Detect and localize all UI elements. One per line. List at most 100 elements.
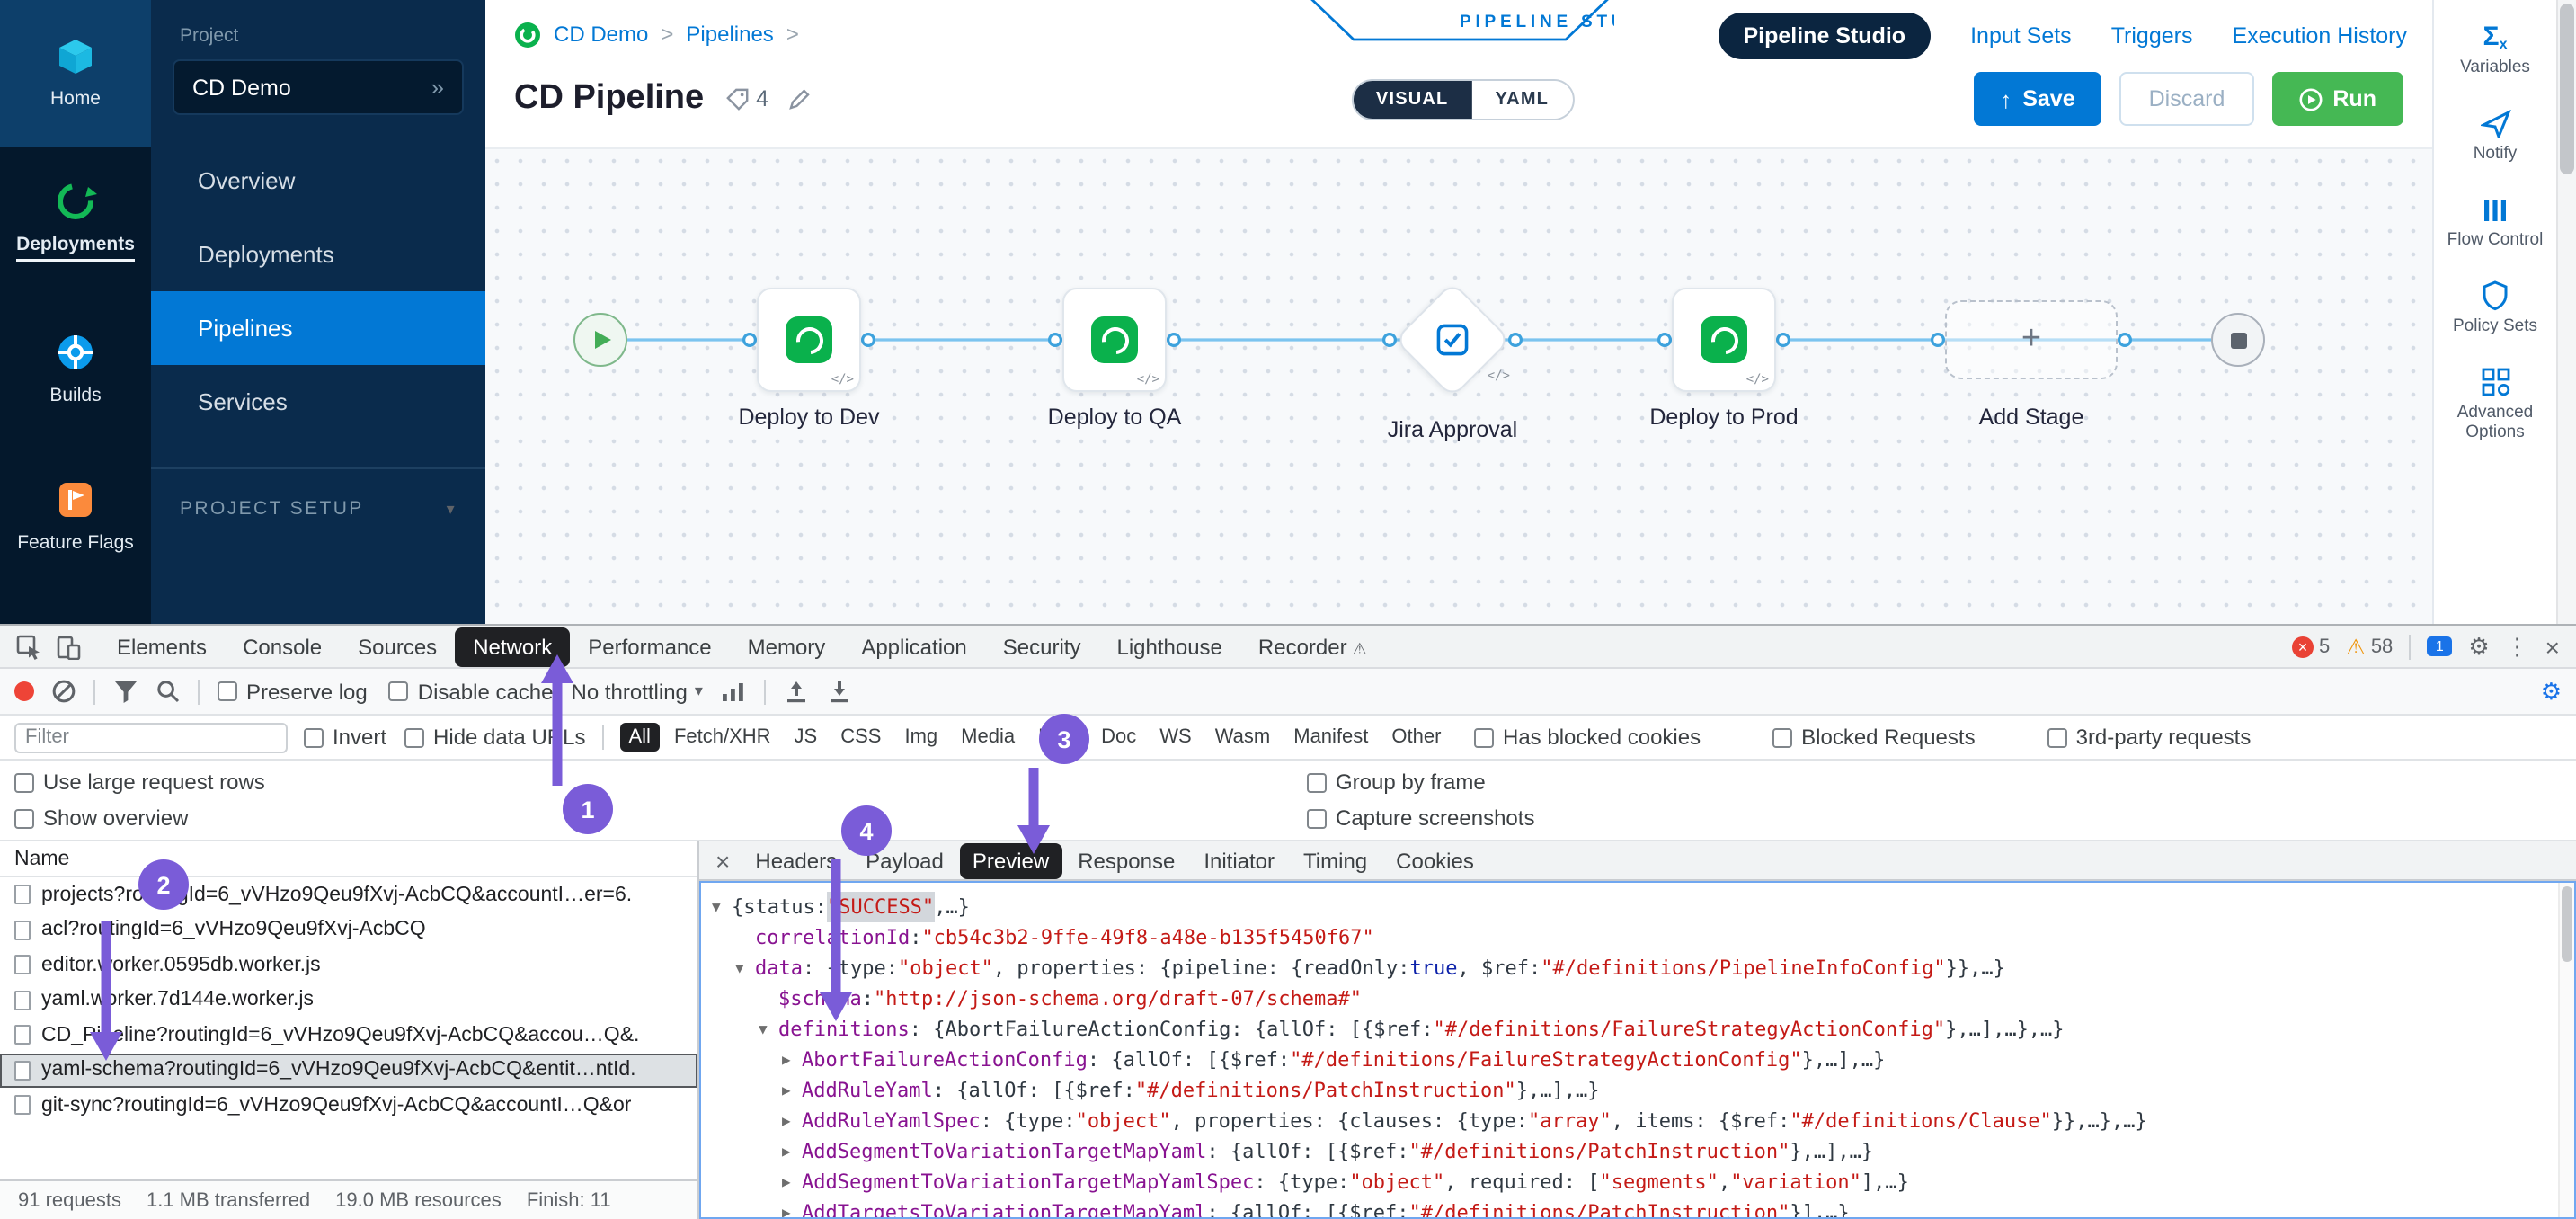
- request-type-filter-font[interactable]: Font: [1029, 723, 1087, 752]
- toolbar-item-advanced-options[interactable]: Advanced Options: [2438, 366, 2553, 445]
- checkbox-box[interactable]: [1307, 772, 1327, 792]
- pipeline-canvas[interactable]: </> Deploy to Dev </> Deploy to QA </>: [485, 147, 2432, 624]
- devtools-tab-memory[interactable]: Memory: [730, 627, 844, 666]
- disable-cache-checkbox[interactable]: Disable cache: [389, 679, 554, 704]
- console-warnings-badge[interactable]: ⚠ 58: [2346, 636, 2393, 657]
- issues-badge[interactable]: 1: [2427, 636, 2452, 656]
- request-type-filter-all[interactable]: All: [619, 723, 659, 752]
- pipeline-end-node[interactable]: [2211, 313, 2265, 367]
- sidebar-item-services[interactable]: Services: [151, 365, 485, 439]
- detail-tab-preview[interactable]: Preview: [960, 842, 1061, 878]
- preserve-log-checkbox[interactable]: Preserve log: [218, 679, 368, 704]
- disclosure-collapsed-icon[interactable]: ▶: [782, 1197, 802, 1219]
- breadcrumb-project[interactable]: CD Demo: [554, 22, 648, 47]
- toolbar-item-variables[interactable]: Σx Variables: [2438, 22, 2553, 79]
- toggle-yaml[interactable]: YAML: [1471, 80, 1572, 118]
- capture-screenshots-checkbox[interactable]: Capture screenshots: [1307, 805, 1534, 831]
- detail-tab-headers[interactable]: Headers: [742, 842, 849, 878]
- preview-tree-row[interactable]: ▼data: {type: "object", properties: {pip…: [701, 953, 2574, 983]
- filter-input[interactable]: [14, 722, 288, 752]
- devtools-close-icon[interactable]: ×: [2545, 632, 2560, 661]
- toolbar-item-policy-sets[interactable]: Policy Sets: [2438, 280, 2553, 337]
- save-button[interactable]: ↑ Save: [1973, 72, 2101, 126]
- search-icon[interactable]: [156, 680, 180, 703]
- devtools-tab-network[interactable]: Network: [455, 627, 570, 666]
- request-row[interactable]: git-sync?routingId=6_vVHzo9Qeu9fXvj-AcbC…: [0, 1088, 697, 1123]
- toolbar-item-flow-control[interactable]: Flow Control: [2438, 194, 2553, 252]
- network-conditions-icon[interactable]: [721, 680, 746, 703]
- preview-tree-row[interactable]: ▼{status: "SUCCESS",…}: [701, 892, 2574, 922]
- stage-node-deploy-to-dev[interactable]: </>: [757, 288, 861, 392]
- disclosure-expanded-icon[interactable]: ▼: [712, 892, 732, 922]
- edit-pencil-icon[interactable]: [786, 86, 812, 111]
- request-row[interactable]: editor.worker.0595db.worker.js: [0, 948, 697, 983]
- request-type-filter-wasm[interactable]: Wasm: [1206, 723, 1280, 752]
- checkbox-box[interactable]: [1772, 727, 1792, 747]
- disclosure-collapsed-icon[interactable]: ▶: [782, 1167, 802, 1197]
- project-selector[interactable]: CD Demo »: [173, 59, 464, 115]
- devtools-settings-gear-icon[interactable]: ⚙: [2468, 632, 2489, 661]
- disclosure-collapsed-icon[interactable]: ▶: [782, 1106, 802, 1136]
- toolbar-item-notify[interactable]: Notify: [2438, 108, 2553, 165]
- requests-column-header[interactable]: Name: [0, 841, 697, 877]
- stage-node-deploy-to-qa[interactable]: </>: [1062, 288, 1167, 392]
- pipeline-start-node[interactable]: [573, 313, 627, 367]
- nav-module-home[interactable]: Home: [0, 0, 151, 147]
- preview-tree-row[interactable]: ▶AddTargetsToVariationTargetMapYaml: {al…: [701, 1197, 2574, 1219]
- checkbox-box[interactable]: [1474, 727, 1494, 747]
- checkbox-box[interactable]: [14, 772, 34, 792]
- clear-network-log-icon[interactable]: [52, 680, 76, 703]
- preview-tree-row[interactable]: ▶AddSegmentToVariationTargetMapYaml: {al…: [701, 1136, 2574, 1167]
- devtools-tab-recorder[interactable]: Recorder⚠: [1240, 627, 1385, 666]
- stage-node-jira-approval[interactable]: </>: [1395, 282, 1510, 397]
- project-setup-toggle[interactable]: PROJECT SETUP ▾: [151, 469, 485, 548]
- preview-tree-row[interactable]: ▶AbortFailureActionConfig: {allOf: [{$re…: [701, 1045, 2574, 1075]
- disclosure-collapsed-icon[interactable]: ▶: [782, 1136, 802, 1167]
- devtools-tab-performance[interactable]: Performance: [570, 627, 729, 666]
- detail-tab-payload[interactable]: Payload: [853, 842, 956, 878]
- toggle-visual[interactable]: VISUAL: [1353, 80, 1472, 118]
- nav-module-deployments[interactable]: Deployments: [0, 147, 151, 295]
- devtools-tab-application[interactable]: Application: [843, 627, 984, 666]
- devtools-tab-lighthouse[interactable]: Lighthouse: [1098, 627, 1239, 666]
- invert-checkbox[interactable]: Invert: [304, 725, 386, 750]
- tab-input-sets[interactable]: Input Sets: [1970, 23, 2072, 49]
- checkbox-box[interactable]: [404, 727, 424, 747]
- run-button[interactable]: Run: [2271, 72, 2403, 126]
- group-by-frame-checkbox[interactable]: Group by frame: [1307, 770, 1486, 795]
- checkbox-box[interactable]: [14, 808, 34, 828]
- more-options-icon[interactable]: ⋮: [2506, 632, 2529, 661]
- disclosure-collapsed-icon[interactable]: ▶: [782, 1075, 802, 1106]
- disclosure-expanded-icon[interactable]: ▼: [735, 953, 755, 983]
- checkbox-box[interactable]: [389, 681, 409, 701]
- request-type-filter-media[interactable]: Media: [952, 723, 1024, 752]
- request-type-filter-fetch-xhr[interactable]: Fetch/XHR: [665, 723, 780, 752]
- detail-tab-cookies[interactable]: Cookies: [1383, 842, 1487, 878]
- request-type-filter-js[interactable]: JS: [786, 723, 827, 752]
- discard-button[interactable]: Discard: [2120, 72, 2254, 126]
- checkbox-box[interactable]: [1307, 808, 1327, 828]
- request-row[interactable]: yaml.worker.7d144e.worker.js: [0, 983, 697, 1018]
- preview-tree-row[interactable]: ▶AddRuleYaml: {allOf: [{$ref: "#/definit…: [701, 1075, 2574, 1106]
- request-type-filter-other[interactable]: Other: [1382, 723, 1450, 752]
- devtools-tab-console[interactable]: Console: [225, 627, 340, 666]
- tags-indicator[interactable]: 4: [725, 86, 768, 111]
- disclosure-collapsed-icon[interactable]: ▶: [782, 1045, 802, 1075]
- checkbox-box[interactable]: [304, 727, 324, 747]
- request-type-filter-manifest[interactable]: Manifest: [1284, 723, 1377, 752]
- console-errors-badge[interactable]: × 5: [2292, 636, 2330, 657]
- sidebar-item-overview[interactable]: Overview: [151, 144, 485, 218]
- request-row[interactable]: yaml-schema?routingId=6_vVHzo9Qeu9fXvj-A…: [0, 1053, 697, 1088]
- hide-data-urls-checkbox[interactable]: Hide data URLs: [404, 725, 585, 750]
- devtools-tab-security[interactable]: Security: [985, 627, 1099, 666]
- nav-module-feature-flags[interactable]: Feature Flags: [0, 442, 151, 590]
- request-row[interactable]: projects?routingId=6_vVHzo9Qeu9fXvj-AcbC…: [0, 877, 697, 912]
- sidebar-item-deployments[interactable]: Deployments: [151, 218, 485, 291]
- inspect-element-icon[interactable]: [9, 630, 49, 663]
- request-type-filter-img[interactable]: Img: [895, 723, 946, 752]
- request-type-filter-css[interactable]: CSS: [831, 723, 890, 752]
- breadcrumb-pipelines[interactable]: Pipelines: [686, 22, 773, 47]
- export-har-icon[interactable]: [827, 679, 852, 704]
- scrollbar-thumb[interactable]: [2562, 886, 2572, 962]
- checkbox-box[interactable]: [218, 681, 237, 701]
